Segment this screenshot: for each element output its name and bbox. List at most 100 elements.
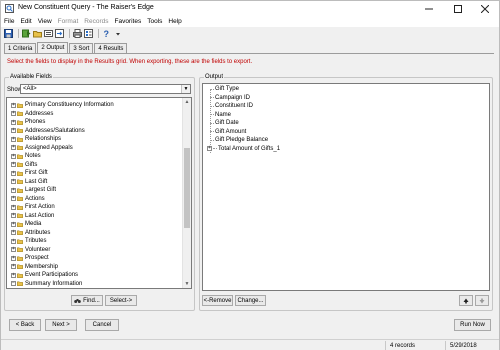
expand-icon[interactable]: + [11,145,16,151]
expand-icon[interactable]: + [11,213,16,219]
tree-item[interactable]: + Gifts [11,161,37,170]
expand-icon[interactable]: + [11,221,16,227]
tab-results[interactable]: 4 Results [94,43,128,53]
properties-icon[interactable] [84,29,93,38]
tree-item[interactable]: + Volunteer [11,246,50,255]
tree-item[interactable]: + Prospect [11,254,49,263]
expand-icon[interactable]: + [11,162,16,168]
remove-button[interactable]: <-Remove [202,295,233,306]
export-icon[interactable] [55,29,64,38]
tree-item-label: Gifts [25,161,38,168]
move-up-button[interactable] [459,295,473,306]
tab-output[interactable]: 2 Output [37,42,69,53]
folder-icon [17,188,23,193]
show-dropdown[interactable]: <All> ▼ [20,84,191,94]
chevron-down-icon[interactable]: ▼ [181,85,190,93]
help-dropdown-icon[interactable] [113,29,122,38]
menu-favorites[interactable]: Favorites [114,18,141,25]
maximize-button[interactable] [444,1,472,16]
expand-icon[interactable]: + [11,238,16,244]
fields-scrollbar[interactable]: ▲ ▼ [182,98,191,288]
scroll-down-icon[interactable]: ▼ [183,280,191,288]
find-button[interactable]: Find... [71,295,103,306]
output-item[interactable]: Name [210,111,231,120]
tree-item[interactable]: + Largest Gift [11,186,56,195]
output-fields-tree[interactable]: Gift Type Campaign ID Constituent ID Name Gi… [202,83,490,291]
expand-icon[interactable]: + [11,247,16,253]
expand-icon[interactable]: + [11,264,16,270]
expand-icon[interactable]: + [11,255,16,261]
tree-item[interactable]: + Last Action [11,212,54,221]
minimize-button[interactable] [415,1,443,16]
tree-item[interactable]: + Primary Constituency Information [11,101,114,110]
tree-item[interactable]: + Phones [11,118,45,127]
tree-item[interactable]: − Summary Information [11,280,82,289]
tree-item[interactable]: + Actions [11,195,45,204]
folder-icon [17,103,23,108]
next-button[interactable]: Next > [45,319,77,331]
tree-item[interactable]: + Notes [11,152,41,161]
output-item[interactable]: Gift Type [210,85,239,94]
run-now-button[interactable]: Run Now [454,319,491,331]
scroll-thumb[interactable] [184,148,190,228]
save-and-close-icon[interactable] [22,29,31,38]
help-icon[interactable]: ? [102,29,111,38]
collapse-icon[interactable]: − [11,281,16,287]
expand-icon[interactable]: + [11,128,16,134]
output-item[interactable]: Gift Pledge Balance [210,136,268,145]
print-icon[interactable] [73,29,82,38]
expand-icon[interactable]: + [11,204,16,210]
tab-sort[interactable]: 3 Sort [69,43,94,53]
available-fields-tree[interactable]: + Primary Constituency Information + Addres… [6,97,192,289]
output-item[interactable]: Gift Date [210,119,239,128]
expand-icon[interactable]: + [11,230,16,236]
records-icon[interactable] [44,29,53,38]
expand-icon[interactable]: + [11,102,16,108]
menu-records[interactable]: Records [84,18,108,25]
tree-item[interactable]: + Relationships [11,135,61,144]
scroll-up-icon[interactable]: ▲ [183,98,191,106]
output-item[interactable]: Campaign ID [210,94,250,103]
tree-item[interactable]: + Membership [11,263,58,272]
expand-icon[interactable]: + [11,153,16,159]
expand-icon[interactable]: + [11,196,16,202]
output-item[interactable]: Constituent ID [210,102,253,111]
tree-item[interactable]: + Addresses/Salutations [11,127,85,136]
expand-icon[interactable]: + [11,187,16,193]
output-item[interactable]: Gift Amount [210,128,246,137]
menu-format[interactable]: Format [58,18,79,25]
menu-edit[interactable]: Edit [20,18,31,25]
tree-item[interactable]: + Tributes [11,237,46,246]
tree-item[interactable]: + First Action [11,203,55,212]
change-button[interactable]: Change... [235,295,266,306]
folder-icon[interactable] [33,29,42,38]
output-item[interactable]: + Total Amount of Gifts_1 [207,145,280,154]
menu-view[interactable]: View [38,18,52,25]
move-down-button[interactable] [475,295,489,306]
tree-item[interactable]: + Media [11,220,41,229]
back-button[interactable]: < Back [9,319,41,331]
tab-criteria[interactable]: 1 Criteria [4,43,37,53]
expand-icon[interactable]: + [11,179,16,185]
expand-icon[interactable]: + [11,272,16,278]
menu-help[interactable]: Help [168,18,181,25]
expand-icon[interactable]: + [11,111,16,117]
expand-icon[interactable]: + [11,170,16,176]
cancel-button[interactable]: Cancel [85,319,119,331]
tree-item[interactable]: + Last Gift [11,178,47,187]
expand-icon[interactable]: + [207,146,212,152]
tree-item[interactable]: + Attributes [11,229,50,238]
tree-item-label: Summary Information [25,280,83,287]
menu-tools[interactable]: Tools [147,18,162,25]
tree-item[interactable]: + First Gift [11,169,48,178]
expand-icon[interactable]: + [11,119,16,125]
save-icon[interactable] [4,29,13,38]
tree-item[interactable]: + Event Participations [11,271,78,280]
close-button[interactable] [471,1,499,16]
folder-icon [17,247,23,253]
tree-item[interactable]: + Addresses [11,110,53,119]
menu-file[interactable]: File [4,18,14,25]
select-button[interactable]: Select-> [105,295,137,306]
tree-item[interactable]: + Assigned Appeals [11,144,73,153]
expand-icon[interactable]: + [11,136,16,142]
